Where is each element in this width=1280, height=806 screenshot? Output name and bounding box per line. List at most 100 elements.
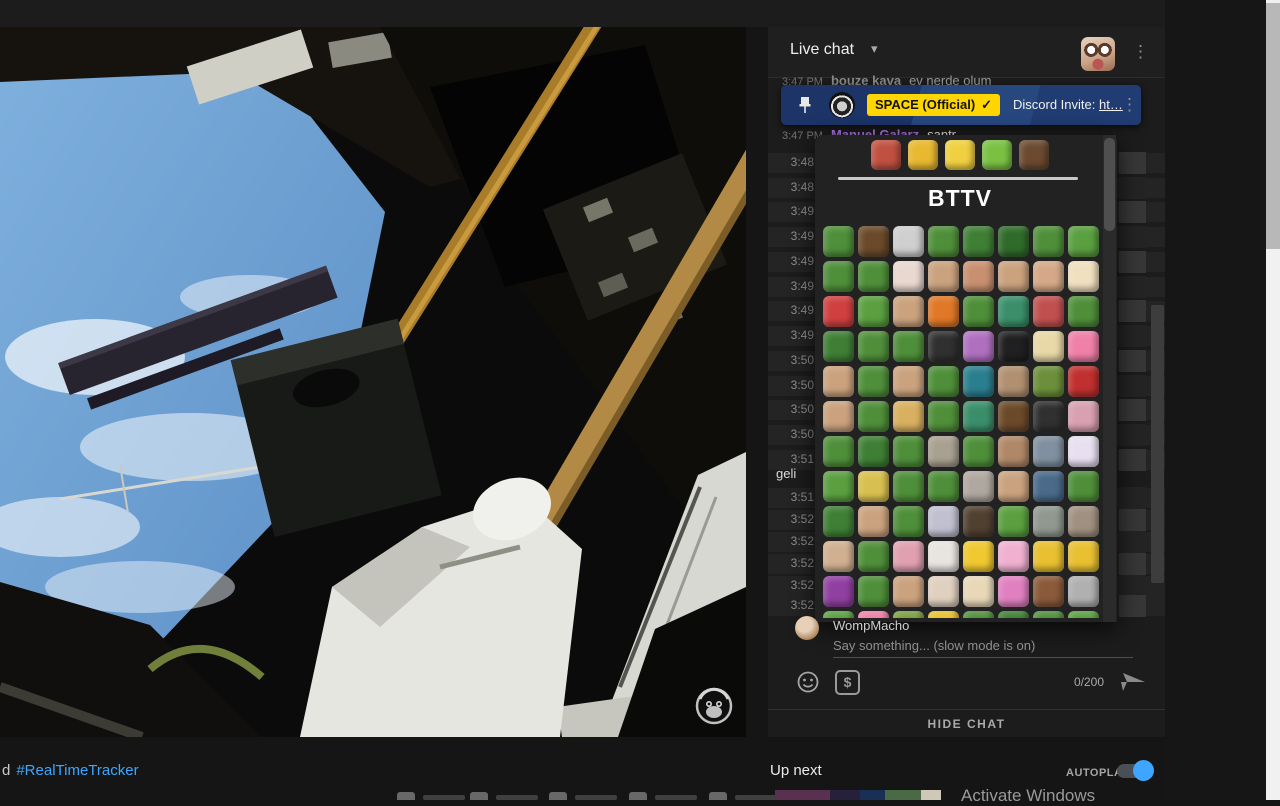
emote-icon[interactable]: [998, 296, 1029, 327]
emote-icon[interactable]: [1068, 401, 1099, 432]
emote-icon[interactable]: [858, 576, 889, 607]
emote-icon[interactable]: [858, 296, 889, 327]
hashtag-link[interactable]: #RealTimeTracker: [16, 762, 138, 779]
emote-icon[interactable]: [963, 261, 994, 292]
emote-icon[interactable]: [893, 401, 924, 432]
emote-icon[interactable]: [998, 471, 1029, 502]
emote-icon[interactable]: [823, 576, 854, 607]
emote-icon[interactable]: [928, 471, 959, 502]
emote-icon[interactable]: [823, 401, 854, 432]
emote-icon[interactable]: [998, 541, 1029, 572]
emote-icon[interactable]: [963, 506, 994, 537]
emote-icon[interactable]: [928, 576, 959, 607]
picker-scrollbar[interactable]: [1104, 138, 1115, 231]
emote-icon[interactable]: [1033, 471, 1064, 502]
emote-icon[interactable]: [963, 541, 994, 572]
emote-icon[interactable]: [1019, 140, 1049, 170]
emote-icon[interactable]: [893, 366, 924, 397]
like-icon[interactable]: [397, 792, 415, 800]
clip-icon[interactable]: [629, 792, 647, 800]
emote-icon[interactable]: [998, 366, 1029, 397]
emote-icon[interactable]: [1068, 576, 1099, 607]
emote-icon[interactable]: [823, 331, 854, 362]
emote-icon[interactable]: [1033, 296, 1064, 327]
emote-icon[interactable]: [858, 331, 889, 362]
emote-icon[interactable]: [893, 541, 924, 572]
emote-icon[interactable]: [1068, 226, 1099, 257]
emote-icon[interactable]: [998, 261, 1029, 292]
emote-icon[interactable]: [823, 471, 854, 502]
emote-icon[interactable]: [908, 140, 938, 170]
emote-icon[interactable]: [1068, 506, 1099, 537]
emote-icon[interactable]: [893, 331, 924, 362]
emote-icon[interactable]: [928, 506, 959, 537]
hide-chat-button[interactable]: HIDE CHAT: [768, 709, 1165, 737]
emote-icon[interactable]: [1033, 611, 1064, 618]
emote-icon[interactable]: [858, 541, 889, 572]
emote-icon[interactable]: [963, 226, 994, 257]
chat-input[interactable]: Say something... (slow mode is on): [833, 638, 1035, 653]
up-next-thumbnail[interactable]: [775, 790, 941, 800]
emote-icon[interactable]: [928, 541, 959, 572]
emote-icon[interactable]: [823, 261, 854, 292]
emoji-picker-icon[interactable]: [797, 671, 819, 693]
emote-icon[interactable]: [858, 366, 889, 397]
emote-icon[interactable]: [858, 506, 889, 537]
emote-icon[interactable]: [1068, 471, 1099, 502]
emote-icon[interactable]: [823, 226, 854, 257]
emote-icon[interactable]: [963, 576, 994, 607]
emote-icon[interactable]: [963, 296, 994, 327]
emote-icon[interactable]: [858, 436, 889, 467]
emote-icon[interactable]: [823, 541, 854, 572]
emote-icon[interactable]: [982, 140, 1012, 170]
emote-icon[interactable]: [858, 226, 889, 257]
emote-icon[interactable]: [1033, 226, 1064, 257]
emote-icon[interactable]: [998, 226, 1029, 257]
pinned-message-link[interactable]: ht…: [1099, 97, 1123, 112]
emote-icon[interactable]: [871, 140, 901, 170]
emote-icon[interactable]: [963, 436, 994, 467]
emote-icon[interactable]: [1033, 401, 1064, 432]
emote-icon[interactable]: [893, 226, 924, 257]
emote-icon[interactable]: [928, 436, 959, 467]
emote-icon[interactable]: [858, 611, 889, 618]
emote-icon[interactable]: [1033, 506, 1064, 537]
emote-icon[interactable]: [1033, 331, 1064, 362]
emote-icon[interactable]: [893, 506, 924, 537]
dislike-icon[interactable]: [470, 792, 488, 800]
emote-icon[interactable]: [928, 261, 959, 292]
autoplay-toggle-knob[interactable]: [1133, 760, 1154, 781]
emote-icon[interactable]: [963, 366, 994, 397]
emote-icon[interactable]: [998, 331, 1029, 362]
chevron-down-icon[interactable]: ▾: [871, 41, 878, 57]
emote-icon[interactable]: [1068, 436, 1099, 467]
emote-icon[interactable]: [1068, 261, 1099, 292]
emote-icon[interactable]: [998, 401, 1029, 432]
emote-icon[interactable]: [893, 296, 924, 327]
emote-icon[interactable]: [963, 471, 994, 502]
save-icon[interactable]: [709, 792, 727, 800]
emote-icon[interactable]: [823, 436, 854, 467]
emote-icon[interactable]: [893, 611, 924, 618]
emote-icon[interactable]: [823, 611, 854, 618]
chat-scrollbar[interactable]: [1151, 305, 1164, 583]
emote-icon[interactable]: [998, 506, 1029, 537]
emote-icon[interactable]: [1033, 366, 1064, 397]
emote-icon[interactable]: [1033, 541, 1064, 572]
kebab-menu-icon[interactable]: ⋮: [1132, 43, 1149, 60]
emote-icon[interactable]: [823, 296, 854, 327]
share-icon[interactable]: [549, 792, 567, 800]
emote-icon[interactable]: [893, 261, 924, 292]
emote-icon[interactable]: [1068, 331, 1099, 362]
emote-icon[interactable]: [928, 611, 959, 618]
emote-icon[interactable]: [858, 471, 889, 502]
emote-icon[interactable]: [1033, 261, 1064, 292]
emote-icon[interactable]: [1033, 436, 1064, 467]
emote-icon[interactable]: [1068, 541, 1099, 572]
emote-icon[interactable]: [1033, 576, 1064, 607]
video-player[interactable]: [0, 27, 746, 737]
emote-icon[interactable]: [1068, 366, 1099, 397]
emote-icon[interactable]: [893, 471, 924, 502]
emote-icon[interactable]: [928, 331, 959, 362]
emote-icon[interactable]: [945, 140, 975, 170]
